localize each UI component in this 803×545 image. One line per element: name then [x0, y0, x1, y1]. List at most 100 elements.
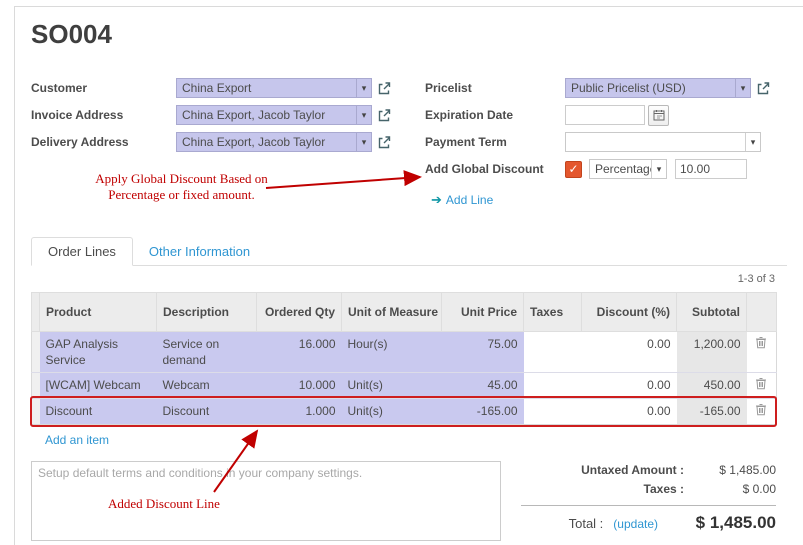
cell-qty[interactable]: 16.000	[257, 332, 342, 373]
payment-term-label: Payment Term	[425, 135, 565, 149]
chevron-down-icon[interactable]: ▾	[651, 160, 666, 178]
cell-unit-price[interactable]: 75.00	[442, 332, 524, 373]
total-label: Total :	[569, 516, 604, 531]
add-line-label: Add Line	[446, 193, 493, 207]
payment-term-select[interactable]: ▾	[565, 132, 761, 152]
external-link-icon[interactable]	[377, 108, 392, 123]
order-lines-table: Product Description Ordered Qty Unit of …	[31, 292, 777, 425]
total-value: $ 1,485.00	[672, 513, 776, 533]
totals-divider	[521, 505, 776, 506]
cell-product[interactable]: Discount	[40, 399, 157, 425]
col-ordered-qty: Ordered Qty	[257, 293, 342, 332]
invoice-address-row: Invoice Address China Export, Jacob Tayl…	[31, 104, 403, 126]
add-an-item-link[interactable]: Add an item	[45, 433, 109, 447]
global-discount-annotation: Apply Global Discount Based on Percentag…	[84, 171, 279, 203]
delivery-address-row: Delivery Address China Export, Jacob Tay…	[31, 131, 403, 153]
notebook-tabs: Order Lines Other Information	[31, 237, 787, 266]
cell-unit-price[interactable]: 45.00	[442, 373, 524, 399]
external-link-icon[interactable]	[377, 81, 392, 96]
cell-qty[interactable]: 10.000	[257, 373, 342, 399]
delivery-address-value: China Export, Jacob Taylor	[177, 135, 356, 149]
customer-label: Customer	[31, 81, 176, 95]
expiration-date-row: Expiration Date	[425, 104, 787, 126]
untaxed-amount-row: Untaxed Amount : $ 1,485.00	[521, 463, 776, 477]
chevron-down-icon[interactable]: ▾	[745, 133, 760, 151]
page-title: SO004	[31, 19, 787, 49]
cell-description[interactable]: Discount	[157, 399, 257, 425]
total-row: Total : (update) $ 1,485.00	[521, 513, 776, 533]
col-description: Description	[157, 293, 257, 332]
global-discount-checkbox[interactable]: ✓	[565, 161, 582, 178]
cell-subtotal: -165.00	[677, 399, 747, 425]
cell-uom[interactable]: Unit(s)	[342, 373, 442, 399]
cell-qty[interactable]: 1.000	[257, 399, 342, 425]
external-link-icon[interactable]	[756, 81, 771, 96]
delivery-address-select[interactable]: China Export, Jacob Taylor ▾	[176, 132, 372, 152]
delete-row-button[interactable]	[747, 332, 777, 373]
chevron-down-icon[interactable]: ▾	[735, 79, 750, 97]
check-icon: ✓	[568, 162, 578, 176]
delete-row-button[interactable]	[747, 373, 777, 399]
table-row[interactable]: GAP Analysis Service Service on demand 1…	[32, 332, 777, 373]
expiration-date-input[interactable]	[565, 105, 645, 125]
taxes-row: Taxes : $ 0.00	[521, 482, 776, 496]
terms-textarea[interactable]	[31, 461, 501, 541]
chevron-down-icon[interactable]: ▾	[356, 106, 371, 124]
cell-uom[interactable]: Hour(s)	[342, 332, 442, 373]
global-discount-row: Add Global Discount ✓ Percentage ▾	[425, 158, 787, 180]
arrow-right-icon: ➔	[431, 192, 442, 207]
cell-taxes[interactable]	[524, 399, 582, 425]
delete-row-button[interactable]	[747, 399, 777, 425]
cell-description[interactable]: Service on demand	[157, 332, 257, 373]
cell-uom[interactable]: Unit(s)	[342, 399, 442, 425]
pricelist-row: Pricelist Public Pricelist (USD) ▾	[425, 77, 787, 99]
untaxed-amount-value: $ 1,485.00	[684, 463, 776, 477]
cell-discount[interactable]: 0.00	[582, 332, 677, 373]
cell-taxes[interactable]	[524, 373, 582, 399]
invoice-address-select[interactable]: China Export, Jacob Taylor ▾	[176, 105, 372, 125]
customer-select[interactable]: China Export ▾	[176, 78, 372, 98]
cell-discount[interactable]: 0.00	[582, 399, 677, 425]
chevron-down-icon[interactable]: ▾	[356, 133, 371, 151]
invoice-address-label: Invoice Address	[31, 108, 176, 122]
table-row-discount[interactable]: Discount Discount 1.000 Unit(s) -165.00 …	[32, 399, 777, 425]
expiration-date-label: Expiration Date	[425, 108, 565, 122]
payment-term-row: Payment Term ▾	[425, 131, 787, 153]
col-unit-price: Unit Price	[442, 293, 524, 332]
tab-order-lines[interactable]: Order Lines	[31, 237, 133, 266]
chevron-down-icon[interactable]: ▾	[356, 79, 371, 97]
calendar-icon[interactable]	[648, 105, 669, 126]
external-link-icon[interactable]	[377, 135, 392, 150]
discount-type-value: Percentage	[590, 162, 651, 176]
cell-product[interactable]: [WCAM] Webcam	[40, 373, 157, 399]
trash-icon	[755, 379, 767, 393]
sale-order-page: SO004 Customer China Export ▾ Invoice Ad…	[0, 0, 803, 545]
cell-taxes[interactable]	[524, 332, 582, 373]
taxes-label: Taxes :	[644, 482, 684, 496]
tab-other-information[interactable]: Other Information	[133, 238, 266, 265]
pricelist-select[interactable]: Public Pricelist (USD) ▾	[565, 78, 751, 98]
cell-unit-price[interactable]: -165.00	[442, 399, 524, 425]
form-right-column: Pricelist Public Pricelist (USD) ▾ Expir…	[425, 77, 787, 209]
cell-discount[interactable]: 0.00	[582, 373, 677, 399]
cell-description[interactable]: Webcam	[157, 373, 257, 399]
discount-type-select[interactable]: Percentage ▾	[589, 159, 667, 179]
cell-subtotal: 1,200.00	[677, 332, 747, 373]
discount-amount-input[interactable]	[675, 159, 747, 179]
pager[interactable]: 1-3 of 3	[31, 273, 775, 287]
invoice-address-value: China Export, Jacob Taylor	[177, 108, 356, 122]
col-discount: Discount (%)	[582, 293, 677, 332]
table-row[interactable]: [WCAM] Webcam Webcam 10.000 Unit(s) 45.0…	[32, 373, 777, 399]
trash-icon	[755, 338, 767, 352]
cell-product[interactable]: GAP Analysis Service	[40, 332, 157, 373]
table-header-row: Product Description Ordered Qty Unit of …	[32, 293, 777, 332]
update-total-link[interactable]: (update)	[613, 517, 658, 531]
row-handle	[32, 373, 40, 399]
totals-block: Untaxed Amount : $ 1,485.00 Taxes : $ 0.…	[521, 461, 776, 541]
customer-row: Customer China Export ▾	[31, 77, 403, 99]
col-unit-of-measure: Unit of Measure	[342, 293, 442, 332]
add-line-link[interactable]: ➔ Add Line	[431, 192, 493, 208]
untaxed-amount-label: Untaxed Amount :	[581, 463, 684, 477]
cell-subtotal: 450.00	[677, 373, 747, 399]
row-handle	[32, 399, 40, 425]
